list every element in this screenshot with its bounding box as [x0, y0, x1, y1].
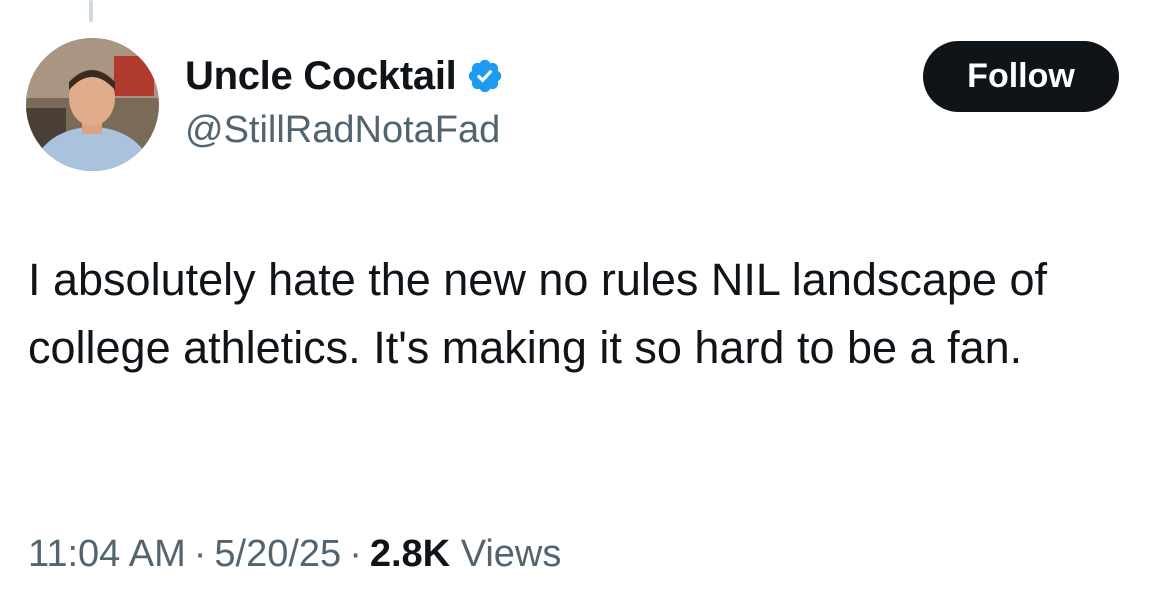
avatar[interactable]: [26, 38, 159, 171]
tweet-metadata: 11:04 AM · 5/20/25 · 2.8K Views: [28, 530, 561, 578]
meta-separator: ·: [349, 533, 362, 575]
meta-separator: ·: [193, 533, 207, 575]
views-count[interactable]: 2.8K: [370, 533, 450, 575]
author-handle[interactable]: @StillRadNotaFad: [185, 106, 500, 154]
author-name-row: Uncle Cocktail: [185, 52, 504, 100]
author-display-name[interactable]: Uncle Cocktail: [185, 52, 457, 100]
follow-button[interactable]: Follow: [923, 41, 1119, 112]
avatar-photo: [26, 38, 159, 171]
views-label: Views: [460, 533, 562, 575]
thread-connector-line: [89, 0, 93, 22]
tweet-text: I absolutely hate the new no rules NIL l…: [28, 254, 1047, 373]
tweet-time[interactable]: 11:04 AM: [28, 533, 186, 575]
tweet-date[interactable]: 5/20/25: [214, 533, 341, 575]
verified-badge-icon: [466, 57, 504, 95]
